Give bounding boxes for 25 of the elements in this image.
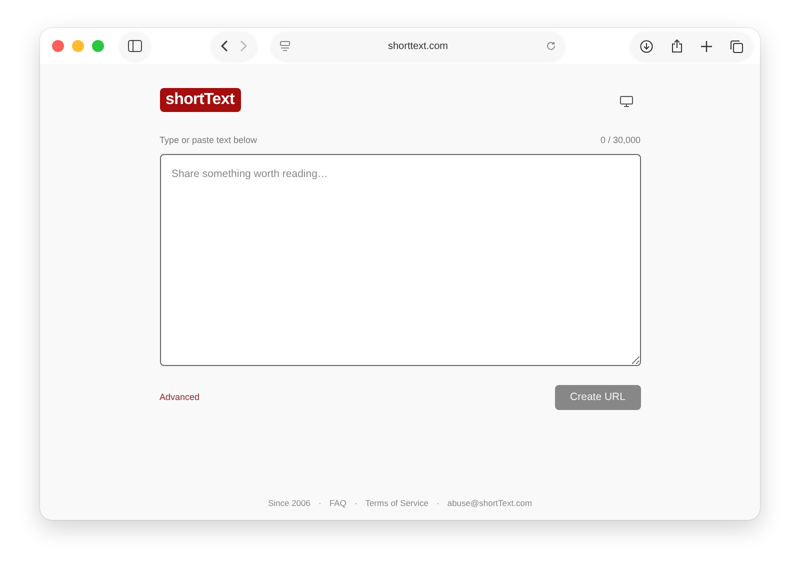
- address-text: shorttext.com: [388, 40, 448, 54]
- editor-label: Type or paste text below: [160, 134, 258, 147]
- separator-dot: ·: [354, 497, 358, 510]
- separator-dot: ·: [318, 497, 322, 510]
- reload-icon[interactable]: [546, 41, 556, 51]
- address-bar[interactable]: shorttext.com: [272, 32, 564, 60]
- footer-link[interactable]: Terms of Service: [365, 497, 428, 510]
- separator-dot: ·: [436, 497, 440, 510]
- download-icon: [640, 40, 653, 52]
- sidebar-icon: [128, 40, 142, 52]
- footer-text: Since 2006: [268, 497, 310, 510]
- back-icon: [221, 40, 229, 52]
- close-button[interactable]: [52, 40, 64, 52]
- forward-icon: [239, 40, 247, 52]
- monitor-icon[interactable]: [620, 96, 632, 107]
- share-icon: [671, 39, 683, 53]
- character-counter: 0 / 30,000: [600, 134, 640, 147]
- advanced-link[interactable]: Advanced: [160, 390, 200, 404]
- tabs-icon: [730, 40, 743, 52]
- footer-link[interactable]: FAQ: [329, 497, 346, 510]
- plus-icon: [701, 40, 712, 52]
- page-menu-icon: [280, 41, 290, 51]
- text-input-field[interactable]: Share something worth reading…: [160, 154, 640, 366]
- footer-link[interactable]: abuse@shortText.com: [447, 497, 532, 510]
- logo[interactable]: shortText: [160, 88, 241, 112]
